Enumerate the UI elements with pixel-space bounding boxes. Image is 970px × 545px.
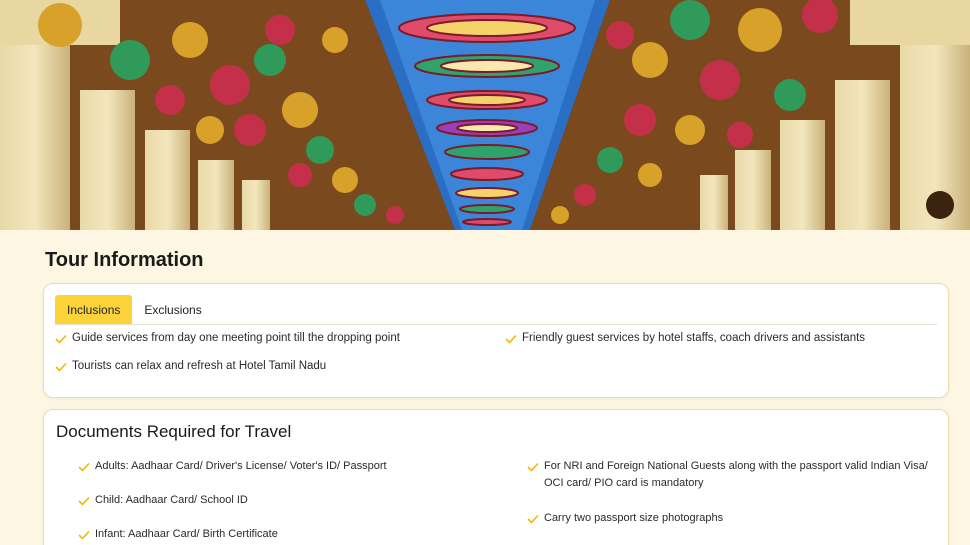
document-text: Carry two passport size photographs <box>544 512 724 524</box>
tab-inclusions[interactable]: Inclusions <box>55 295 133 325</box>
inclusion-text: Guide services from day one meeting poin… <box>72 332 400 344</box>
inclusion-text: Friendly guest services by hotel staffs,… <box>522 332 866 344</box>
inclusion-item: Tourists can relax and refresh at Hotel … <box>55 358 326 375</box>
documents-card: Documents Required for Travel Adults: Aa… <box>43 409 949 545</box>
tab-exclusions[interactable]: Exclusions <box>132 295 213 325</box>
tour-tabs: Inclusions Exclusions <box>55 295 214 325</box>
inclusion-item: Guide services from day one meeting poin… <box>55 330 400 347</box>
check-icon <box>55 330 67 347</box>
document-item: Child: Aadhaar Card/ School ID <box>78 492 478 509</box>
inclusion-item: Friendly guest services by hotel staffs,… <box>505 330 865 347</box>
hero-banner <box>0 0 970 230</box>
check-icon <box>527 510 539 527</box>
check-icon <box>527 458 539 475</box>
document-item: Adults: Aadhaar Card/ Driver's License/ … <box>78 458 478 475</box>
page-title: Tour Information <box>45 249 204 271</box>
check-icon <box>78 526 90 543</box>
check-icon <box>78 492 90 509</box>
check-icon <box>55 358 67 375</box>
tab-divider <box>55 324 937 325</box>
check-icon <box>78 458 90 475</box>
document-text: Adults: Aadhaar Card/ Driver's License/ … <box>95 460 387 472</box>
document-text: For NRI and Foreign National Guests alon… <box>544 460 928 489</box>
document-item: For NRI and Foreign National Guests alon… <box>527 458 937 492</box>
tour-info-card: Inclusions Exclusions Guide services fro… <box>43 283 949 398</box>
check-icon <box>505 330 517 347</box>
document-text: Infant: Aadhaar Card/ Birth Certificate <box>95 528 278 540</box>
document-item: Infant: Aadhaar Card/ Birth Certificate <box>78 526 478 543</box>
temple-ceiling-image <box>0 0 970 230</box>
tour-content: Tour Information Inclusions Exclusions G… <box>0 230 970 545</box>
inclusion-text: Tourists can relax and refresh at Hotel … <box>72 360 327 372</box>
document-item: Carry two passport size photographs <box>527 510 937 527</box>
document-text: Child: Aadhaar Card/ School ID <box>95 494 248 506</box>
documents-title: Documents Required for Travel <box>56 422 292 441</box>
